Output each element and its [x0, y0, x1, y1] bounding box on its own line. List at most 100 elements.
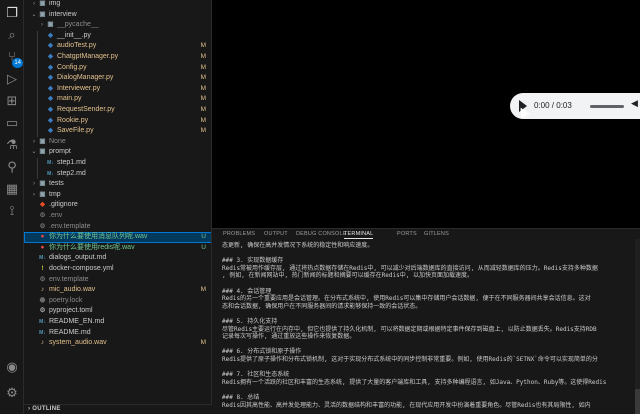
folder-icon: ▣: [39, 0, 46, 7]
env-file-icon: ⚙: [39, 275, 46, 283]
panel-tab-terminal[interactable]: TERMINAL: [344, 231, 374, 239]
git-status-badge: M: [200, 74, 206, 82]
source-control-badge: 14: [12, 58, 23, 68]
settings-gear-icon[interactable]: ⚙: [3, 384, 21, 402]
chevron-right-icon[interactable]: ›: [38, 20, 46, 31]
env-file-icon: ⚙: [39, 222, 46, 230]
panel-tab-output[interactable]: OUTPUT: [264, 231, 288, 237]
terminal-line: 记录每次写操作, 通过重放这些操作来恢复数据。: [222, 333, 356, 341]
explorer-folder[interactable]: ⌄ ▣ prompt: [24, 147, 211, 158]
git-status-badge: M: [200, 116, 206, 124]
explorer-file[interactable]: M↓ README.md: [24, 328, 211, 339]
panel-tabs: PROBLEMS OUTPUT DEBUG CONSOLE TERMINAL PORTS…: [212, 229, 640, 239]
explorer-file[interactable]: ⚙ env.template: [24, 275, 211, 286]
explorer-item-label: 你为什么要使用消息队列呢.wav: [49, 233, 148, 241]
search-icon[interactable]: ⌕: [3, 26, 21, 44]
explorer-file[interactable]: ◆ .gitignore: [24, 200, 211, 211]
py-file-icon: ◆: [48, 74, 53, 82]
explorer-folder[interactable]: › ▣ tmp: [24, 190, 211, 201]
explorer-file[interactable]: ! docker-compose.yml: [24, 264, 211, 275]
explorer-item-label: Rookie.py: [57, 116, 89, 124]
explorer-file[interactable]: ◆ SaveFile.py M: [24, 126, 211, 137]
git-status-badge: M: [200, 106, 206, 113]
audio-player[interactable]: 0:00 / 0:03 ◀: [510, 93, 640, 119]
git-graph-icon[interactable]: ⟟: [3, 202, 21, 220]
py-file-icon: ◆: [48, 106, 53, 113]
run-debug-icon[interactable]: ▷: [3, 70, 21, 88]
explorer-folder[interactable]: › ▣ tests: [24, 179, 211, 190]
panel-tab-ports[interactable]: PORTS: [397, 231, 417, 237]
git-file-icon: ◆: [40, 201, 45, 209]
explorer-file[interactable]: M↓ README_EN.md: [24, 317, 211, 328]
chevron-right-icon[interactable]: ›: [30, 190, 38, 201]
wav-file-icon: ♪: [40, 286, 45, 294]
chevron-down-icon[interactable]: ⌄: [30, 10, 38, 21]
explorer-item-label: Interviewer.py: [57, 84, 101, 92]
explorer-file[interactable]: M↓ dialogs_output.md: [24, 253, 211, 264]
source-control-icon[interactable]: ⑂ 14: [3, 48, 23, 68]
testing-icon[interactable]: ⚗: [3, 136, 21, 154]
explorer-file[interactable]: ◆ Rookie.py M: [24, 116, 211, 127]
panel-tab-gitlens[interactable]: GITLENS: [424, 231, 449, 237]
flask-icon[interactable]: ⚲: [3, 158, 21, 176]
git-status-badge: M: [200, 63, 206, 71]
explorer-item-label: system_audio.wav: [49, 339, 107, 347]
explorer-item-label: __init__.py: [57, 31, 91, 39]
explorer-item-label: mic_audio.wav: [49, 286, 96, 294]
explorer-file[interactable]: M↓ step2.md: [24, 169, 211, 180]
explorer-item-label: tests: [49, 180, 64, 188]
py-file-icon: ◆: [48, 31, 53, 39]
explorer-file[interactable]: ◆ main.py M: [24, 94, 211, 105]
explorer-file[interactable]: M↓ step1.md: [24, 158, 211, 169]
folder-icon: ▣: [39, 190, 46, 198]
panel-tab-debug-console[interactable]: DEBUG CONSOLE: [296, 231, 347, 237]
explorer-file[interactable]: ● 你为什么要使用消息队列呢.wav U: [24, 232, 211, 243]
terminal-scrollbar[interactable]: [635, 239, 640, 414]
explorer-file[interactable]: ⬣ poetry.lock: [24, 296, 211, 307]
chevron-right-icon[interactable]: ›: [30, 179, 38, 190]
chevron-down-icon[interactable]: ⌄: [30, 147, 38, 158]
explorer-file[interactable]: ♪ mic_audio.wav M: [24, 285, 211, 296]
account-icon[interactable]: ◉: [3, 358, 21, 376]
explorer-file[interactable]: ◆ Interviewer.py M: [24, 84, 211, 95]
panel-tab-problems[interactable]: PROBLEMS: [223, 231, 255, 237]
explorer-file[interactable]: ◆ RequestSender.py M: [24, 105, 211, 116]
remote-explorer-icon[interactable]: ▭: [3, 114, 21, 132]
volume-icon[interactable]: ◀: [631, 99, 638, 109]
explorer-folder[interactable]: ⌄ ▣ interview: [24, 10, 211, 21]
explorer-folder[interactable]: › ▣ __pycache__: [24, 20, 211, 31]
docker-icon[interactable]: ▦: [3, 180, 21, 198]
explorer-item-label: env.template: [49, 275, 89, 283]
py-file-icon: ◆: [48, 42, 53, 50]
explorer-file[interactable]: ◆ __init__.py: [24, 31, 211, 42]
explorer-file[interactable]: ⚙ .env.template: [24, 222, 211, 233]
audio-progress-track[interactable]: [590, 105, 624, 108]
explorer-file[interactable]: ⚙ .env: [24, 211, 211, 222]
explorer-folder[interactable]: › ▣ img: [24, 0, 211, 10]
explorer-file[interactable]: ◆ DialogManager.py M: [24, 73, 211, 84]
chevron-right-icon[interactable]: ›: [30, 0, 38, 10]
extensions-icon[interactable]: ⊞: [3, 92, 21, 110]
explorer-file[interactable]: ⚙ pyproject.toml: [24, 306, 211, 317]
explorer-file[interactable]: ◆ ChatgptManager.py M: [24, 52, 211, 63]
explorer-folder[interactable]: › ▣ None: [24, 137, 211, 148]
md-file-icon: M↓: [39, 319, 46, 325]
chevron-right-icon[interactable]: ›: [30, 137, 38, 148]
indent-guide: [37, 158, 38, 180]
explorer-file[interactable]: ◆ audioTest.py M: [24, 41, 211, 52]
md-file-icon: M↓: [47, 160, 54, 166]
folder-icon: ▣: [47, 21, 54, 29]
explorer-icon[interactable]: ❐: [3, 4, 21, 22]
py-file-icon: ◆: [48, 95, 53, 103]
explorer-file[interactable]: ● 你为什么要使用redis呢.wav U: [24, 243, 211, 254]
outline-label: OUTLINE: [32, 406, 61, 412]
explorer-file[interactable]: ♪ system_audio.wav M: [24, 338, 211, 349]
terminal-scrollbar-thumb[interactable]: [635, 389, 640, 414]
git-status-badge: M: [200, 53, 206, 60]
outline-section-header[interactable]: › OUTLINE: [24, 404, 212, 414]
explorer-file[interactable]: ◆ Config.py M: [24, 63, 211, 74]
terminal-line: 态更新, 确保在高并发情况下系统的稳定性和响应速度。: [222, 242, 374, 249]
py-file-icon: ◆: [48, 116, 53, 124]
explorer-item-label: __pycache__: [57, 21, 99, 29]
folder-icon: ▣: [39, 180, 46, 188]
